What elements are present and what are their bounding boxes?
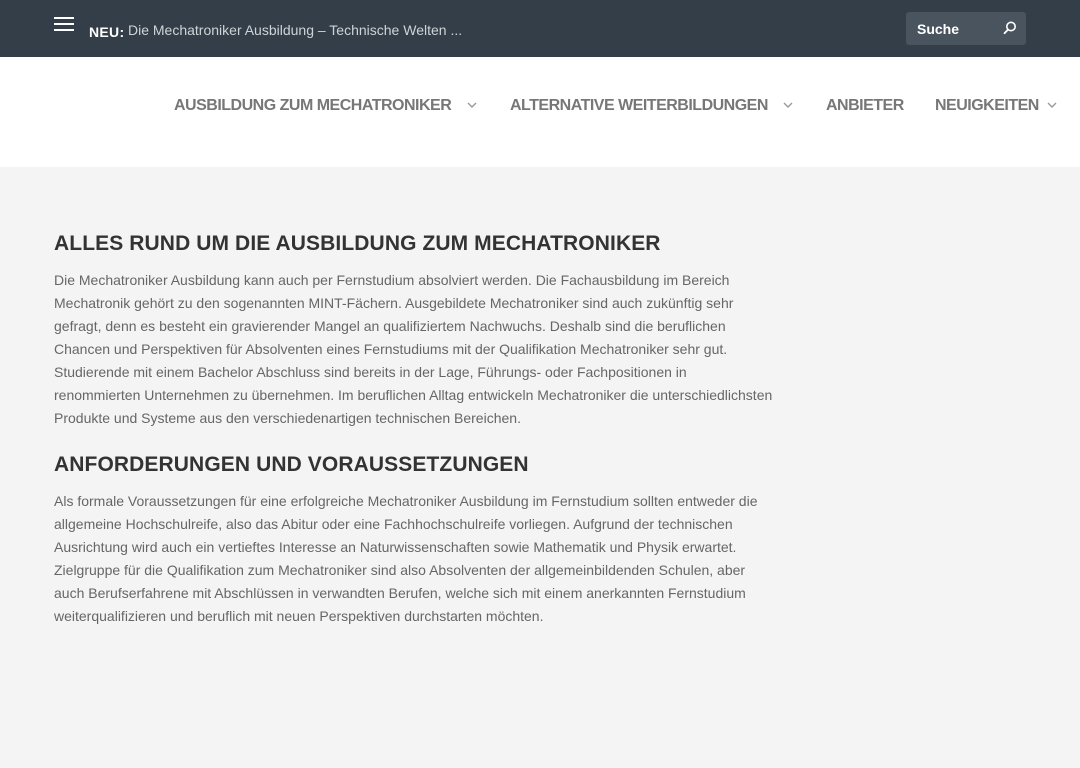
section-paragraph: Als formale Voraussetzungen für eine erf… <box>54 493 758 624</box>
search-input[interactable] <box>906 12 996 45</box>
nav-item-label: ANBIETER <box>826 97 904 114</box>
main-navigation: AUSBILDUNG ZUM MECHATRONIKER ALTERNATIVE… <box>0 57 1080 167</box>
news-ticker-label: NEU: <box>89 24 125 40</box>
nav-item-anbieter[interactable]: ANBIETER <box>826 97 904 115</box>
section-heading: ALLES RUND UM DIE AUSBILDUNG ZUM MECHATR… <box>54 232 661 255</box>
main-content: ALLES RUND UM DIE AUSBILDUNG ZUM MECHATR… <box>54 232 774 651</box>
nav-item-label: ALTERNATIVE WEITERBILDUNGEN <box>510 97 768 114</box>
nav-item-neuigkeiten[interactable]: NEUIGKEITEN <box>935 97 1057 115</box>
section-paragraph: Die Mechatroniker Ausbildung kann auch p… <box>54 272 773 426</box>
nav-item-alternative-weiterbildungen[interactable]: ALTERNATIVE WEITERBILDUNGEN <box>510 97 793 115</box>
top-bar: NEU: Die Mechatroniker Ausbildung – Tech… <box>0 0 1080 57</box>
hamburger-menu-icon[interactable] <box>54 17 74 33</box>
nav-item-label: NEUIGKEITEN <box>935 97 1039 114</box>
section-anforderungen: ANFORDERUNGEN UND VORAUSSETZUNGEN Als fo… <box>54 453 774 628</box>
search-icon[interactable] <box>1001 19 1019 37</box>
chevron-down-icon <box>1047 102 1057 108</box>
search-box <box>906 12 1026 45</box>
chevron-down-icon <box>467 102 477 108</box>
nav-item-label: AUSBILDUNG ZUM MECHATRONIKER <box>174 97 452 114</box>
news-ticker-link[interactable]: Die Mechatroniker Ausbildung – Technisch… <box>128 22 462 38</box>
section-ausbildung: ALLES RUND UM DIE AUSBILDUNG ZUM MECHATR… <box>54 232 774 430</box>
nav-item-ausbildung[interactable]: AUSBILDUNG ZUM MECHATRONIKER <box>174 97 477 115</box>
section-heading: ANFORDERUNGEN UND VORAUSSETZUNGEN <box>54 453 529 476</box>
chevron-down-icon <box>783 102 793 108</box>
